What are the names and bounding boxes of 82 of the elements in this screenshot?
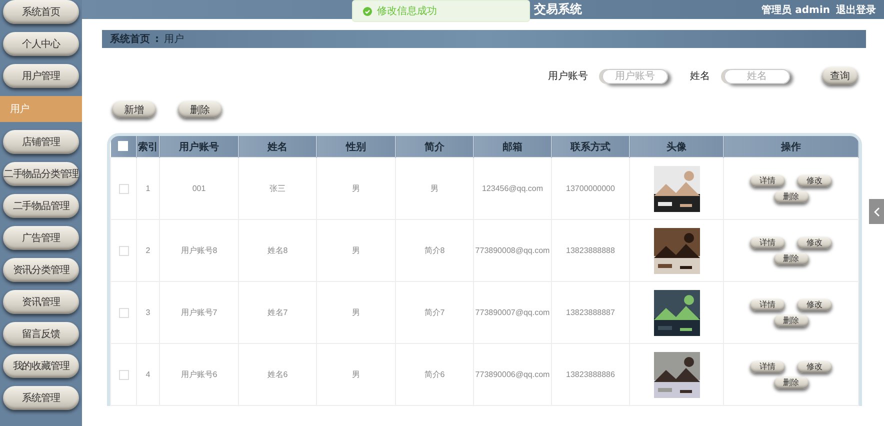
sidebar-item[interactable]: 广告管理 bbox=[3, 226, 79, 250]
table-cell: 姓名8 bbox=[238, 220, 316, 282]
column-header: 索引 bbox=[136, 136, 160, 158]
detail-button[interactable]: 详情 bbox=[750, 298, 785, 310]
check-circle-icon bbox=[363, 6, 372, 16]
sidebar-item[interactable]: 店铺管理 bbox=[3, 130, 79, 154]
table-cell: 773890006@qq.com bbox=[474, 344, 552, 406]
column-header: 性别 bbox=[316, 136, 396, 158]
table-cell: 男 bbox=[316, 344, 396, 406]
table-cell: 姓名7 bbox=[238, 282, 316, 344]
sidebar-item[interactable]: 我的收藏管理 bbox=[3, 354, 79, 378]
search-button[interactable]: 查询 bbox=[822, 67, 858, 85]
search-label: 用户账号 bbox=[548, 70, 588, 83]
detail-button[interactable]: 详情 bbox=[750, 174, 785, 186]
sidebar-item[interactable]: 二手物品分类管理 bbox=[3, 162, 79, 186]
select-all-checkbox[interactable] bbox=[118, 141, 128, 152]
chevron-left-icon bbox=[874, 206, 880, 216]
table-cell: 13823888888 bbox=[552, 220, 630, 282]
table-cell: 男 bbox=[396, 158, 474, 220]
table-cell: 3 bbox=[136, 282, 160, 344]
row-checkbox[interactable] bbox=[118, 246, 128, 256]
detail-button[interactable]: 详情 bbox=[750, 236, 785, 248]
table-cell: 用户账号8 bbox=[160, 220, 238, 282]
breadcrumb-item[interactable]: 用户 bbox=[164, 32, 184, 46]
sidebar-item[interactable]: 资讯分类管理 bbox=[3, 258, 79, 282]
delete-button[interactable]: 删除 bbox=[774, 314, 808, 326]
collapse-tab[interactable] bbox=[869, 199, 884, 224]
edit-button[interactable]: 修改 bbox=[797, 360, 832, 372]
table-cell: 773890007@qq.com bbox=[474, 282, 552, 344]
sidebar-item[interactable]: 留言反馈 bbox=[3, 322, 79, 346]
table-cell: 13823888887 bbox=[552, 282, 630, 344]
table-cell: 男 bbox=[316, 220, 396, 282]
table-cell: 用户账号7 bbox=[160, 282, 238, 344]
search-field[interactable]: 姓名 bbox=[724, 68, 790, 84]
table-cell: 773890008@qq.com bbox=[474, 220, 552, 282]
edit-button[interactable]: 修改 bbox=[797, 298, 832, 310]
delete-button[interactable]: 删除 bbox=[774, 376, 808, 388]
delete-button[interactable]: 删除 bbox=[178, 101, 222, 118]
table-cell: 男 bbox=[316, 282, 396, 344]
detail-button[interactable]: 详情 bbox=[750, 360, 785, 372]
row-checkbox[interactable] bbox=[118, 370, 128, 380]
table-cell: 001 bbox=[160, 158, 238, 220]
sidebar-item[interactable]: 二手物品管理 bbox=[3, 194, 79, 218]
column-header: 邮箱 bbox=[474, 136, 552, 158]
table-cell: 4 bbox=[136, 344, 160, 406]
logout-link[interactable]: 退出登录 bbox=[836, 2, 876, 16]
column-header: 简介 bbox=[396, 136, 474, 158]
table-cell: 1 bbox=[136, 158, 160, 220]
column-header: 头像 bbox=[630, 136, 724, 158]
column-header: 姓名 bbox=[238, 136, 316, 158]
delete-button[interactable]: 删除 bbox=[774, 190, 808, 202]
table-cell: 123456@qq.com bbox=[474, 158, 552, 220]
row-checkbox[interactable] bbox=[118, 184, 128, 194]
column-header: 操作 bbox=[724, 136, 858, 158]
edit-button[interactable]: 修改 bbox=[797, 236, 832, 248]
table-cell: 张三 bbox=[238, 158, 316, 220]
table-cell: 简介8 bbox=[396, 220, 474, 282]
edit-button[interactable]: 修改 bbox=[797, 174, 832, 186]
breadcrumb-separator: : bbox=[155, 34, 159, 44]
table-cell: 13700000000 bbox=[552, 158, 630, 220]
toast-message: 修改信息成功 bbox=[377, 4, 437, 18]
search-field[interactable]: 用户账号 bbox=[602, 68, 668, 84]
row-checkbox[interactable] bbox=[118, 308, 128, 318]
column-header: 用户账号 bbox=[160, 136, 238, 158]
sidebar-item[interactable]: 资讯管理 bbox=[3, 290, 79, 314]
table-cell: 简介7 bbox=[396, 282, 474, 344]
table-cell: 姓名6 bbox=[238, 344, 316, 406]
app-title: 交易系统 bbox=[534, 1, 582, 18]
sidebar-item[interactable]: 系统管理 bbox=[3, 386, 79, 410]
table-cell: 简介6 bbox=[396, 344, 474, 406]
table-cell: 用户账号6 bbox=[160, 344, 238, 406]
sidebar-item[interactable]: 个人中心 bbox=[3, 32, 79, 56]
add-button[interactable]: 新增 bbox=[112, 101, 156, 118]
search-label: 姓名 bbox=[690, 70, 710, 83]
table-cell: 13823888886 bbox=[552, 344, 630, 406]
user-label: 管理员 admin bbox=[762, 4, 830, 16]
sidebar-item[interactable]: 系统首页 bbox=[3, 0, 79, 24]
sidebar-item[interactable]: 用户管理 bbox=[3, 64, 79, 88]
delete-button[interactable]: 删除 bbox=[774, 252, 808, 264]
table-cell: 2 bbox=[136, 220, 160, 282]
table-cell: 男 bbox=[316, 158, 396, 220]
column-header: 联系方式 bbox=[552, 136, 630, 158]
